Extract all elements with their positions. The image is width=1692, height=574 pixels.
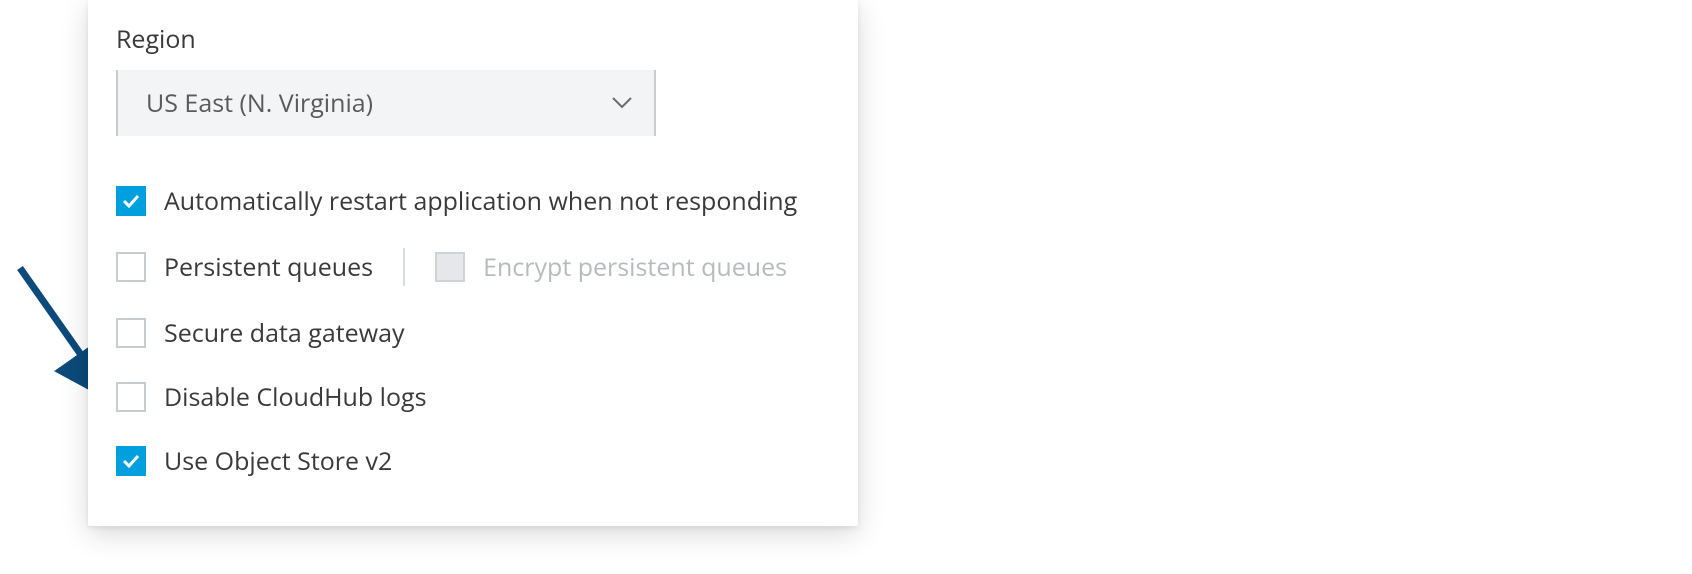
option-secure-data-gateway: Secure data gateway bbox=[116, 316, 830, 350]
region-settings-card: Region US East (N. Virginia) Automatical… bbox=[88, 0, 858, 526]
label-persistent-queues: Persistent queues bbox=[164, 250, 373, 284]
checkbox-secure-data-gateway[interactable] bbox=[116, 318, 146, 348]
options-list: Automatically restart application when n… bbox=[116, 184, 830, 478]
option-use-object-store-v2: Use Object Store v2 bbox=[116, 444, 830, 478]
chevron-down-icon bbox=[612, 92, 632, 114]
option-auto-restart: Automatically restart application when n… bbox=[116, 184, 830, 218]
label-use-object-store-v2: Use Object Store v2 bbox=[164, 444, 392, 478]
checkbox-persistent-queues[interactable] bbox=[116, 252, 146, 282]
region-select-value: US East (N. Virginia) bbox=[146, 86, 373, 120]
option-persistent-queues-row: Persistent queues Encrypt persistent que… bbox=[116, 248, 830, 286]
option-disable-cloudhub-logs: Disable CloudHub logs bbox=[116, 380, 830, 414]
checkbox-use-object-store-v2[interactable] bbox=[116, 446, 146, 476]
separator bbox=[403, 248, 405, 286]
label-secure-data-gateway: Secure data gateway bbox=[164, 316, 405, 350]
label-encrypt-persistent-queues: Encrypt persistent queues bbox=[483, 250, 787, 284]
checkbox-auto-restart[interactable] bbox=[116, 186, 146, 216]
region-select[interactable]: US East (N. Virginia) bbox=[116, 70, 656, 136]
section-label-region: Region bbox=[116, 22, 830, 56]
checkbox-disable-cloudhub-logs[interactable] bbox=[116, 382, 146, 412]
checkbox-encrypt-persistent-queues bbox=[435, 252, 465, 282]
label-auto-restart: Automatically restart application when n… bbox=[164, 184, 797, 218]
label-disable-cloudhub-logs: Disable CloudHub logs bbox=[164, 380, 427, 414]
